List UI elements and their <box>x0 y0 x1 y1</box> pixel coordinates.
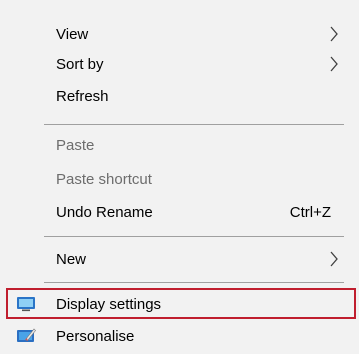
menu-item-new[interactable]: New <box>0 243 359 275</box>
chevron-right-icon <box>325 243 343 275</box>
menu-item-shortcut: Ctrl+Z <box>289 203 331 221</box>
menu-item-paste-shortcut: Paste shortcut <box>0 163 359 195</box>
desktop-context-menu: View Sort by Refresh Paste Paste shortcu… <box>0 0 359 354</box>
menu-item-label: New <box>56 250 87 268</box>
display-settings-icon <box>16 295 36 313</box>
personalise-icon <box>16 327 36 345</box>
menu-item-label: Refresh <box>56 87 109 105</box>
menu-item-paste: Paste <box>0 129 359 161</box>
menu-item-label: Paste <box>56 136 95 154</box>
chevron-right-icon <box>325 18 343 50</box>
menu-item-display-settings[interactable]: Display settings <box>0 288 359 320</box>
menu-item-label: View <box>56 25 89 43</box>
menu-item-refresh[interactable]: Refresh <box>0 80 359 112</box>
menu-item-label: Personalise <box>56 327 135 345</box>
menu-item-label: Undo Rename <box>56 203 153 221</box>
menu-item-label: Display settings <box>56 295 162 313</box>
menu-separator <box>44 282 344 283</box>
menu-item-label: Sort by <box>56 55 104 73</box>
menu-separator <box>44 236 344 237</box>
menu-separator <box>44 124 344 125</box>
menu-item-personalise[interactable]: Personalise <box>0 320 359 352</box>
chevron-right-icon <box>325 48 343 80</box>
menu-item-view[interactable]: View <box>0 18 359 50</box>
menu-item-undo-rename[interactable]: Undo Rename Ctrl+Z <box>0 196 359 228</box>
menu-item-sort-by[interactable]: Sort by <box>0 48 359 80</box>
menu-item-label: Paste shortcut <box>56 170 152 188</box>
